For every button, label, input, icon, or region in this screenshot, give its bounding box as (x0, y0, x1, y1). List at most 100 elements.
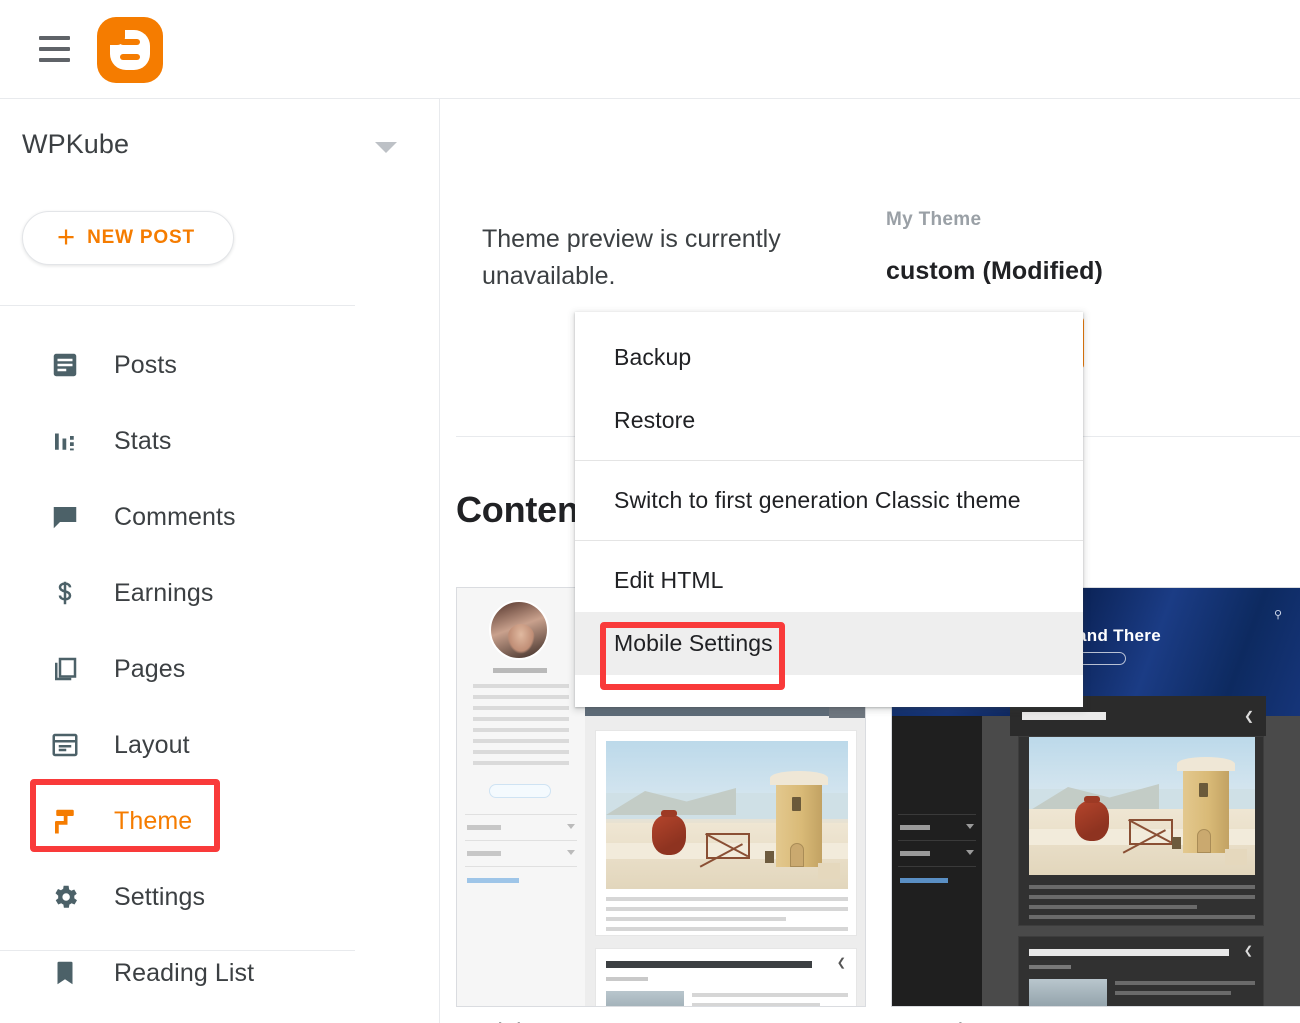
clay-pot (652, 810, 686, 855)
preview-report-link (467, 878, 519, 883)
menu-item-backup[interactable]: Backup (575, 326, 1083, 389)
tower-window (1199, 783, 1208, 797)
earnings-icon (48, 576, 82, 610)
theme-options-menu: Backup Restore Switch to first generatio… (575, 312, 1083, 707)
preview-divider (898, 840, 976, 841)
preview-sidebar (892, 716, 982, 1006)
preview-labels-label (900, 851, 930, 856)
preview-post-body (606, 897, 848, 927)
share-icon: ❮ (1243, 709, 1254, 723)
sidebar-item-label: Pages (114, 654, 186, 683)
preview-divider (898, 814, 976, 815)
sidebar-item-label: Layout (114, 730, 190, 759)
hamburger-icon[interactable] (39, 36, 70, 62)
sidebar-item-layout[interactable]: Layout (0, 707, 440, 783)
preview-post-date (606, 977, 648, 981)
sidebar-item-theme[interactable]: Theme (0, 783, 440, 859)
blogger-logo[interactable] (97, 17, 163, 83)
chevron-down-icon[interactable] (375, 142, 397, 153)
sidebar-nav: Posts Stats Comments Earnings Pages Layo… (0, 327, 440, 1011)
blogger-theme-page: WPKube + NEW POST Posts Stats Comments E… (0, 0, 1300, 1023)
preview-post-card: ❮ (1018, 936, 1264, 1006)
share-icon: ❮ (1243, 945, 1253, 957)
preview-archive-label (900, 825, 930, 830)
preview-divider (898, 866, 976, 867)
sidebar-item-posts[interactable]: Posts (0, 327, 440, 403)
preview-divider (465, 840, 577, 841)
preview-post-body (1029, 885, 1255, 915)
railing (1129, 819, 1173, 845)
theme-paint-roller-icon (48, 804, 82, 838)
preview-post-excerpt (606, 927, 848, 937)
preview-post-card (1018, 736, 1264, 947)
content-heading: Content (456, 489, 591, 530)
menu-divider (575, 540, 1083, 541)
pages-icon (48, 652, 82, 686)
preview-post-card (595, 730, 857, 961)
sidebar-item-label: Earnings (114, 578, 214, 607)
sidebar-item-pages[interactable]: Pages (0, 631, 440, 707)
blog-name: WPKube (22, 129, 130, 159)
menu-item-mobile-settings[interactable]: Mobile Settings (575, 612, 1083, 675)
preview-post-body (1115, 981, 1255, 1001)
chevron-down-icon (567, 824, 575, 829)
preview-report-link (900, 878, 948, 883)
blogger-logo-bar (120, 39, 140, 45)
preview-post-thumbnail (1029, 979, 1107, 1006)
my-theme-value: custom (Modified) (886, 257, 1103, 285)
preview-divider (465, 814, 577, 815)
sidebar-item-reading-list[interactable]: Reading List (0, 935, 440, 1011)
doorway (1172, 837, 1181, 849)
tower-window (792, 797, 801, 811)
sidebar-item-earnings[interactable]: Earnings (0, 555, 440, 631)
preview-post-date (1029, 965, 1071, 969)
chevron-down-icon (567, 850, 575, 855)
hamburger-bar (39, 36, 70, 40)
preview-post-title (1022, 712, 1106, 720)
sidebar-divider-bottom (0, 950, 355, 951)
tower-door (790, 843, 804, 867)
preview-divider (465, 866, 577, 867)
preview-cta-button (489, 784, 551, 798)
new-post-button[interactable]: + NEW POST (22, 211, 234, 265)
new-post-label: NEW POST (87, 227, 195, 248)
blogger-logo-bar (120, 54, 140, 60)
sidebar-item-stats[interactable]: Stats (0, 403, 440, 479)
sidebar-item-label: Settings (114, 882, 206, 911)
menu-item-restore[interactable]: Restore (575, 389, 1083, 452)
comments-icon (48, 500, 82, 534)
windmill-tower (1177, 757, 1235, 853)
sidebar-item-settings[interactable]: Settings (0, 859, 440, 935)
theme-preview-message: Theme preview is currently unavailable. (482, 225, 781, 290)
windmill-tower (770, 771, 828, 867)
railing (706, 833, 750, 859)
top-app-bar (0, 0, 1300, 99)
my-theme-label: My Theme (886, 209, 982, 230)
menu-item-edit-html[interactable]: Edit HTML (575, 549, 1083, 612)
preview-post-image-santorini (606, 741, 848, 889)
gear-icon (48, 880, 82, 914)
avatar (489, 600, 549, 660)
step (1225, 849, 1247, 865)
hamburger-bar (39, 58, 70, 62)
preview-post-card: ❮ (595, 948, 857, 1006)
stats-icon (48, 424, 82, 458)
blog-selector[interactable]: WPKube (0, 129, 440, 185)
chevron-down-icon (966, 824, 974, 829)
theme-label-dark: Dark (917, 1019, 968, 1023)
layout-icon (48, 728, 82, 762)
preview-author-name (493, 668, 547, 673)
preview-post-title (1029, 949, 1229, 956)
preview-archive-label (467, 825, 501, 830)
sidebar-item-label: Stats (114, 426, 172, 455)
preview-post-excerpt (1029, 915, 1255, 925)
menu-item-switch-classic-theme[interactable]: Switch to first generation Classic theme (575, 469, 1083, 532)
preview-post-body (692, 993, 848, 1006)
sidebar: WPKube + NEW POST Posts Stats Comments E… (0, 99, 440, 1023)
posts-icon (48, 348, 82, 382)
sidebar-item-label: Reading List (114, 958, 255, 987)
chevron-down-icon (966, 850, 974, 855)
theme-label-light: Light (482, 1019, 534, 1023)
sidebar-item-comments[interactable]: Comments (0, 479, 440, 555)
sidebar-item-label: Posts (114, 350, 178, 379)
